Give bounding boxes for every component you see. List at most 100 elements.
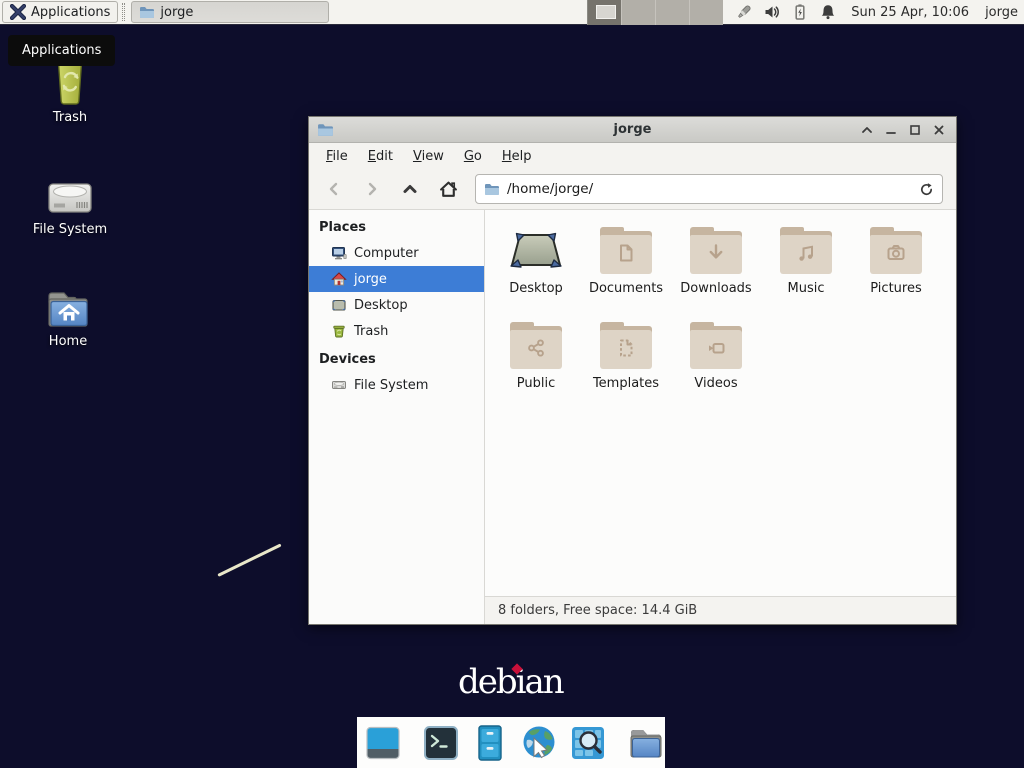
desktop-icon-file-system[interactable]: File System [15,176,125,237]
toolbar [309,169,956,210]
statusbar: 8 folders, Free space: 14.4 GiB [485,596,956,624]
dock-launcher-terminal[interactable] [421,723,461,763]
pointer-device-icon[interactable] [735,3,753,21]
sidebar-item-desktop[interactable]: Desktop [309,292,484,318]
file-item-music[interactable]: Music [761,224,851,319]
file-item-public[interactable]: Public [491,319,581,414]
applications-tooltip: Applications [8,35,115,66]
up-button[interactable] [395,175,425,203]
desktop-icon-label: File System [33,222,107,237]
dock-launcher-show-desktop[interactable] [363,723,403,763]
terminal-icon [421,723,461,763]
dock-launcher-web-browser[interactable] [519,723,559,763]
top-panel: Applications jorge Sun 25 Apr, 10:06 jor… [0,0,1024,25]
shade-button[interactable] [860,123,874,137]
file-manager-icon [470,723,510,763]
menu-item-go[interactable]: Go [455,146,491,167]
minimize-button[interactable] [884,123,898,137]
username-label: jorge [985,5,1018,20]
debian-logo: debian [458,662,563,702]
reload-button[interactable] [919,182,934,197]
hard-drive-icon [46,176,94,218]
sidebar-section-header: Places [309,216,484,240]
folder-icon [139,4,155,20]
file-item-videos[interactable]: Videos [671,319,761,414]
sidebar: Places Computer jorge Desktop Trash Devi… [309,210,485,624]
window-title: jorge [309,122,956,137]
folder-icon [600,322,652,369]
file-manager-window: jorge File Edit View Go Help [308,116,957,625]
panel-handle[interactable] [122,3,125,21]
dock-panel [357,717,665,768]
file-item-templates[interactable]: Templates [581,319,671,414]
file-item-label: Downloads [680,281,751,296]
sidebar-item-trash[interactable]: Trash [309,318,484,344]
forward-button[interactable] [357,175,387,203]
home-folder-icon [44,288,92,330]
desktop-icon-home[interactable]: Home [13,288,123,349]
titlebar[interactable]: jorge [309,117,956,143]
battery-icon[interactable] [791,3,809,21]
sidebar-item-icon [331,245,347,261]
workspace-1[interactable] [587,0,621,25]
workspace-2[interactable] [621,0,655,25]
menu-item-file[interactable]: File [317,146,357,167]
folder-icon [690,227,742,274]
file-item-label: Videos [694,376,737,391]
file-item-label: Pictures [870,281,921,296]
file-item-documents[interactable]: Documents [581,224,671,319]
app-finder-icon [568,723,608,763]
menu-item-edit[interactable]: Edit [359,146,402,167]
clock[interactable]: Sun 25 Apr, 10:06 [851,5,969,20]
workspace-switcher[interactable] [587,0,723,25]
sidebar-item-label: File System [354,378,428,393]
sidebar-item-icon [331,297,347,313]
system-tray [735,3,837,21]
dock-launcher-app-finder[interactable] [568,723,608,763]
web-browser-icon [519,723,559,763]
volume-icon[interactable] [763,3,781,21]
path-input[interactable] [507,181,912,197]
menu-item-view[interactable]: View [404,146,453,167]
folder-icon [510,322,562,369]
applications-menu-button[interactable]: Applications [2,1,118,23]
maximize-button[interactable] [908,123,922,137]
file-item-label: Music [788,281,825,296]
folder-icon [870,227,922,274]
sidebar-item-jorge[interactable]: jorge [309,266,484,292]
sidebar-item-icon [331,377,347,393]
file-item-label: Templates [593,376,659,391]
dock-launcher-file-manager[interactable] [470,723,510,763]
workspace-4[interactable] [689,0,723,25]
file-item-downloads[interactable]: Downloads [671,224,761,319]
desktop-scratch-line [217,543,281,576]
desktop-icon-label: Home [49,334,87,349]
menu-item-help[interactable]: Help [493,146,541,167]
file-item-desktop[interactable]: Desktop [491,224,581,319]
file-list: Desktop Documents Downloads Music [485,210,956,596]
file-item-label: Documents [589,281,663,296]
sidebar-item-icon [331,323,347,339]
sidebar-item-label: Computer [354,246,419,261]
dock-launcher-directory-menu[interactable] [626,723,666,763]
taskbar-button-jorge[interactable]: jorge [131,1,329,23]
desktop-icon-label: Trash [53,110,87,125]
sidebar-item-label: Desktop [354,298,408,313]
desktop-pad-icon [508,226,564,274]
folder-icon [780,227,832,274]
sidebar-item-file-system[interactable]: File System [309,372,484,398]
sidebar-item-label: Trash [354,324,388,339]
back-button[interactable] [319,175,349,203]
window-controls [860,123,956,137]
directory-menu-icon [626,723,666,763]
close-button[interactable] [932,123,946,137]
show-desktop-icon [363,723,403,763]
notifications-icon[interactable] [819,3,837,21]
folder-icon [690,322,742,369]
file-item-pictures[interactable]: Pictures [851,224,941,319]
path-bar[interactable] [475,174,943,204]
statusbar-text: 8 folders, Free space: 14.4 GiB [498,603,697,618]
sidebar-item-computer[interactable]: Computer [309,240,484,266]
workspace-3[interactable] [655,0,689,25]
home-button[interactable] [433,175,463,203]
